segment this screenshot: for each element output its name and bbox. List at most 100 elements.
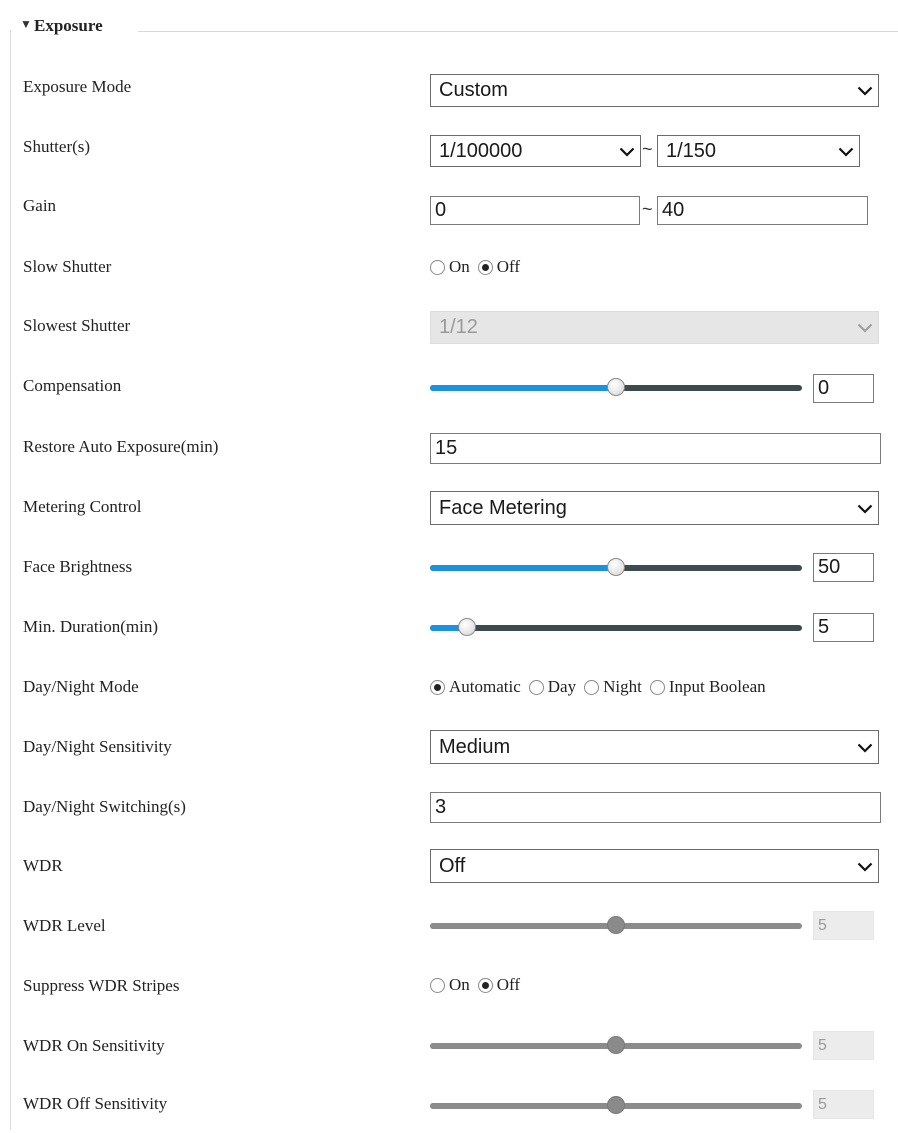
automatic-label: Automatic [449, 677, 521, 696]
compensation-value-input[interactable]: 0 [813, 374, 874, 403]
radio-selected-icon [477, 977, 493, 993]
wdr-on-sensitivity-label: WDR On Sensitivity [23, 1036, 165, 1055]
gain-range-separator: ~ [642, 199, 653, 219]
suppress-wdr-on-radio[interactable]: On [430, 975, 470, 995]
radio-circle-icon [584, 679, 600, 695]
shutter-label: Shutter(s) [23, 137, 91, 156]
input-boolean-label: Input Boolean [668, 677, 766, 696]
slider-thumb[interactable] [607, 1036, 625, 1054]
day-night-mode-radio-group: Automatic Day Night Input Boolean [430, 677, 774, 697]
day-night-input-boolean-radio[interactable]: Input Boolean [649, 677, 766, 697]
min-duration-slider[interactable] [430, 617, 802, 637]
fieldset-top-border [138, 31, 898, 32]
day-night-sensitivity-label: Day/Night Sensitivity [23, 737, 172, 756]
triangle-down-icon[interactable]: ▼ [20, 17, 32, 32]
slow-shutter-on-radio[interactable]: On [430, 257, 470, 277]
metering-control-label: Metering Control [23, 497, 142, 516]
wdr-on-sensitivity-slider[interactable] [430, 1035, 802, 1055]
slowest-shutter-label: Slowest Shutter [23, 316, 131, 335]
exposure-mode-select[interactable]: Custom [430, 74, 879, 107]
wdr-level-value-input[interactable]: 5 [813, 911, 874, 940]
slider-thumb[interactable] [607, 558, 625, 576]
slider-thumb[interactable] [607, 1096, 625, 1114]
chevron-down-icon [852, 736, 878, 759]
wdr-off-sensitivity-label: WDR Off Sensitivity [23, 1094, 168, 1113]
wdr-label: WDR [23, 856, 63, 875]
min-duration-label: Min. Duration(min) [23, 617, 159, 636]
radio-selected-icon [430, 679, 445, 695]
shutter-range-separator: ~ [642, 139, 653, 159]
gain-label: Gain [23, 196, 57, 215]
gain-min-input[interactable]: 0 [430, 196, 640, 225]
exposure-mode-label: Exposure Mode [23, 77, 132, 96]
slider-thumb[interactable] [458, 618, 477, 636]
suppress-wdr-on-label: On [449, 975, 470, 994]
suppress-wdr-off-radio[interactable]: Off [477, 975, 521, 995]
exposure-mode-value: Custom [439, 79, 508, 101]
shutter-min-select[interactable]: 1/100000 [430, 135, 641, 167]
day-night-automatic-radio[interactable]: Automatic [430, 677, 521, 697]
chevron-down-icon [852, 855, 878, 878]
shutter-min-value: 1/100000 [439, 139, 523, 162]
slow-shutter-off-radio[interactable]: Off [477, 257, 521, 277]
suppress-wdr-off-label: Off [496, 975, 521, 994]
slider-fill [430, 385, 616, 391]
day-label: Day [547, 677, 577, 696]
face-brightness-value-input[interactable]: 50 [813, 553, 874, 582]
day-night-sensitivity-value: Medium [439, 735, 511, 758]
section-title: Exposure [34, 16, 103, 35]
slow-shutter-label: Slow Shutter [23, 257, 112, 276]
slow-shutter-on-label: On [449, 257, 470, 276]
radio-circle-icon [430, 259, 445, 275]
face-brightness-label: Face Brightness [23, 557, 133, 576]
slow-shutter-off-label: Off [496, 257, 521, 276]
fieldset-left-border [10, 30, 11, 1130]
exposure-panel: ▼ Exposure Exposure Mode Custom Shutter(… [0, 0, 898, 1133]
day-night-switching-input[interactable]: 3 [430, 792, 881, 823]
chevron-down-icon [614, 140, 640, 163]
compensation-slider[interactable] [430, 377, 802, 397]
slider-fill [430, 923, 616, 929]
chevron-down-icon [852, 497, 878, 520]
slow-shutter-radio-group: On Off [430, 257, 528, 277]
radio-selected-icon [477, 259, 493, 275]
shutter-max-value: 1/150 [666, 139, 717, 162]
radio-circle-icon [649, 679, 665, 695]
slider-thumb[interactable] [607, 378, 625, 396]
gain-max-input[interactable]: 40 [657, 196, 868, 225]
metering-control-select[interactable]: Face Metering [430, 491, 879, 525]
wdr-on-sensitivity-value-input[interactable]: 5 [813, 1031, 874, 1060]
radio-circle-icon [528, 679, 544, 695]
metering-control-value: Face Metering [439, 496, 567, 519]
wdr-level-slider[interactable] [430, 915, 802, 935]
wdr-off-sensitivity-value-input[interactable]: 5 [813, 1090, 874, 1119]
day-night-switching-label: Day/Night Switching(s) [23, 797, 186, 816]
day-night-sensitivity-select[interactable]: Medium [430, 730, 879, 764]
day-night-day-radio[interactable]: Day [528, 677, 577, 697]
chevron-down-icon [852, 316, 878, 339]
slider-fill [430, 565, 616, 571]
wdr-level-label: WDR Level [23, 916, 106, 935]
slowest-shutter-select[interactable]: 1/12 [430, 311, 879, 344]
night-label: Night [603, 677, 642, 696]
slider-thumb[interactable] [607, 916, 625, 934]
shutter-max-select[interactable]: 1/150 [657, 135, 860, 167]
restore-auto-exposure-label: Restore Auto Exposure(min) [23, 437, 219, 456]
day-night-night-radio[interactable]: Night [584, 677, 642, 697]
wdr-off-sensitivity-slider[interactable] [430, 1095, 802, 1115]
day-night-mode-label: Day/Night Mode [23, 677, 139, 696]
suppress-wdr-stripes-label: Suppress WDR Stripes [23, 976, 180, 995]
face-brightness-slider[interactable] [430, 557, 802, 577]
slider-fill [430, 1043, 616, 1049]
min-duration-value-input[interactable]: 5 [813, 613, 874, 642]
wdr-select[interactable]: Off [430, 849, 879, 883]
chevron-down-icon [833, 140, 859, 163]
compensation-label: Compensation [23, 376, 122, 395]
wdr-value: Off [439, 854, 466, 877]
slider-track [430, 625, 802, 631]
slider-fill [430, 1103, 616, 1109]
slowest-shutter-value: 1/12 [439, 316, 478, 338]
radio-circle-icon [430, 977, 445, 993]
restore-auto-exposure-input[interactable]: 15 [430, 433, 881, 464]
suppress-wdr-stripes-radio-group: On Off [430, 975, 528, 995]
